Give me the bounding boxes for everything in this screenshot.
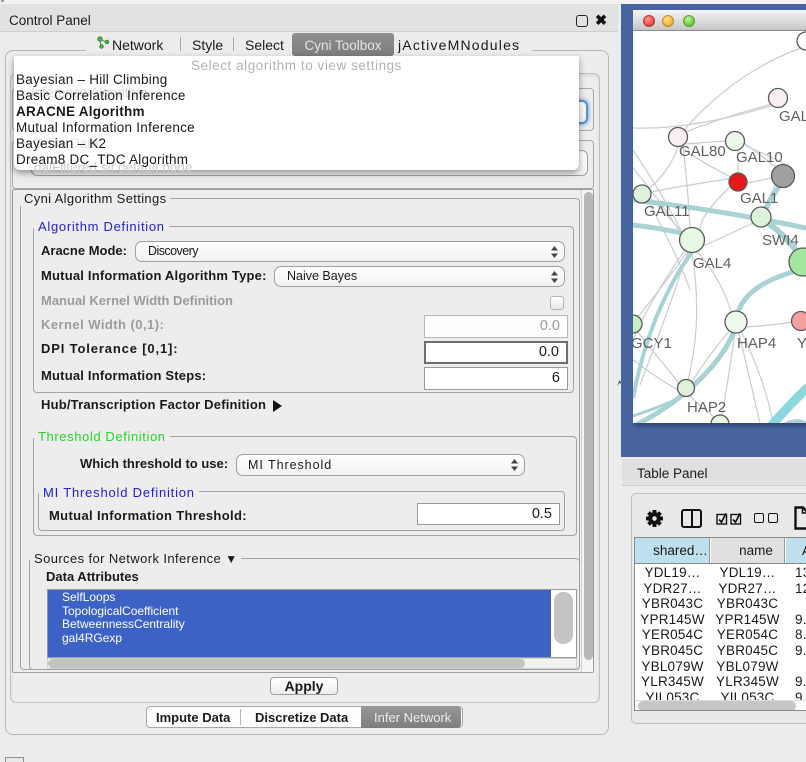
svg-text:GAL80: GAL80	[679, 143, 726, 160]
svg-text:GAL10: GAL10	[736, 149, 783, 166]
svg-text:HAP2: HAP2	[687, 399, 726, 416]
svg-text:YD: YD	[797, 335, 806, 352]
svg-text:GCY1: GCY1	[633, 335, 672, 352]
svg-text:SWI4: SWI4	[762, 232, 799, 249]
svg-text:GAL11: GAL11	[644, 203, 690, 220]
svg-text:GAL4: GAL4	[693, 255, 731, 272]
svg-text:GAL7: GAL7	[779, 108, 806, 125]
svg-text:HAP4: HAP4	[737, 335, 776, 352]
svg-text:GAL1: GAL1	[740, 190, 778, 207]
